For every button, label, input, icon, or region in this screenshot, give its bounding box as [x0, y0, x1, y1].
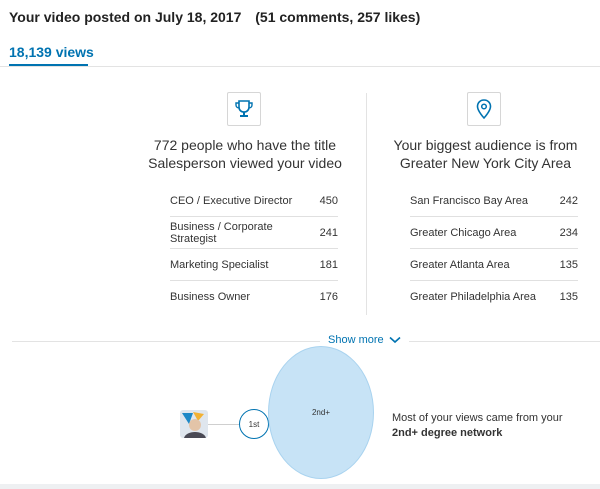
show-more-button[interactable]: Show more — [320, 334, 409, 346]
tab-views[interactable]: 18,139 views — [9, 44, 94, 60]
second-degree-bubble: 2nd+ — [268, 346, 374, 479]
bottom-edge — [0, 484, 600, 489]
network-summary: Most of your views came from your 2nd+ d… — [392, 411, 563, 441]
chevron-down-icon — [389, 336, 401, 344]
connection-line — [208, 424, 239, 425]
location-row-label: Greater Philadelphia Area — [410, 291, 536, 303]
avatar — [180, 410, 208, 438]
show-more-label: Show more — [328, 334, 384, 346]
network-summary-line2: 2nd+ degree network — [392, 427, 503, 439]
video-stats: (51 comments, 257 likes) — [255, 9, 421, 25]
first-degree-label: 1st — [248, 419, 260, 429]
title-row: Business / Corporate Strategist 241 — [170, 217, 338, 249]
location-row-label: Greater Atlanta Area — [410, 258, 510, 271]
location-row-label: San Francisco Bay Area — [410, 194, 529, 207]
locations-heading-line1: Your biggest audience is from — [393, 137, 578, 153]
tab-divider — [0, 66, 600, 67]
location-row: Greater Chicago Area 234 — [410, 217, 578, 249]
second-degree-label: 2nd+ — [311, 408, 331, 417]
titles-panel-heading: 772 people who have the title Salesperso… — [130, 136, 360, 172]
first-degree-bubble: 1st — [239, 409, 269, 439]
titles-heading-line1: 772 people who have the title — [153, 137, 337, 153]
location-row-label: Greater Chicago Area — [410, 226, 517, 239]
location-row: Greater Atlanta Area 135 — [410, 249, 578, 281]
locations-heading-line2: Greater New York City Area — [399, 155, 572, 171]
video-title: Your video posted on July 18, 2017 — [9, 9, 242, 25]
title-row-value: 176 — [319, 291, 338, 303]
location-row-value: 234 — [559, 226, 578, 239]
location-row-value: 135 — [559, 291, 578, 303]
trophy-icon — [227, 92, 261, 126]
location-row-value: 242 — [559, 194, 578, 207]
title-row-value: 241 — [319, 226, 338, 239]
titles-heading-line2: Salesperson viewed your video — [148, 155, 342, 171]
location-pin-icon — [467, 92, 501, 126]
title-row-value: 181 — [319, 258, 338, 271]
location-row: San Francisco Bay Area 242 — [410, 185, 578, 217]
title-row: Marketing Specialist 181 — [170, 249, 338, 281]
title-row: CEO / Executive Director 450 — [170, 185, 338, 217]
title-row-label: Business / Corporate Strategist — [170, 220, 273, 245]
title-row-label: CEO / Executive Director — [170, 194, 293, 207]
location-row-value: 135 — [559, 258, 578, 271]
title-row: Business Owner 176 — [170, 281, 338, 313]
location-row: Greater Philadelphia Area 135 — [410, 281, 578, 313]
locations-panel-heading: Your biggest audience is from Greater Ne… — [373, 136, 598, 172]
title-row-value: 450 — [319, 194, 338, 207]
video-header: Your video posted on July 18, 2017 (51 c… — [9, 9, 420, 25]
title-row-label: Business Owner — [170, 291, 251, 303]
network-summary-line1: Most of your views came from your — [392, 412, 563, 424]
panel-divider — [366, 93, 367, 315]
show-more-divider — [12, 341, 600, 342]
title-row-label: Marketing Specialist — [170, 258, 269, 271]
